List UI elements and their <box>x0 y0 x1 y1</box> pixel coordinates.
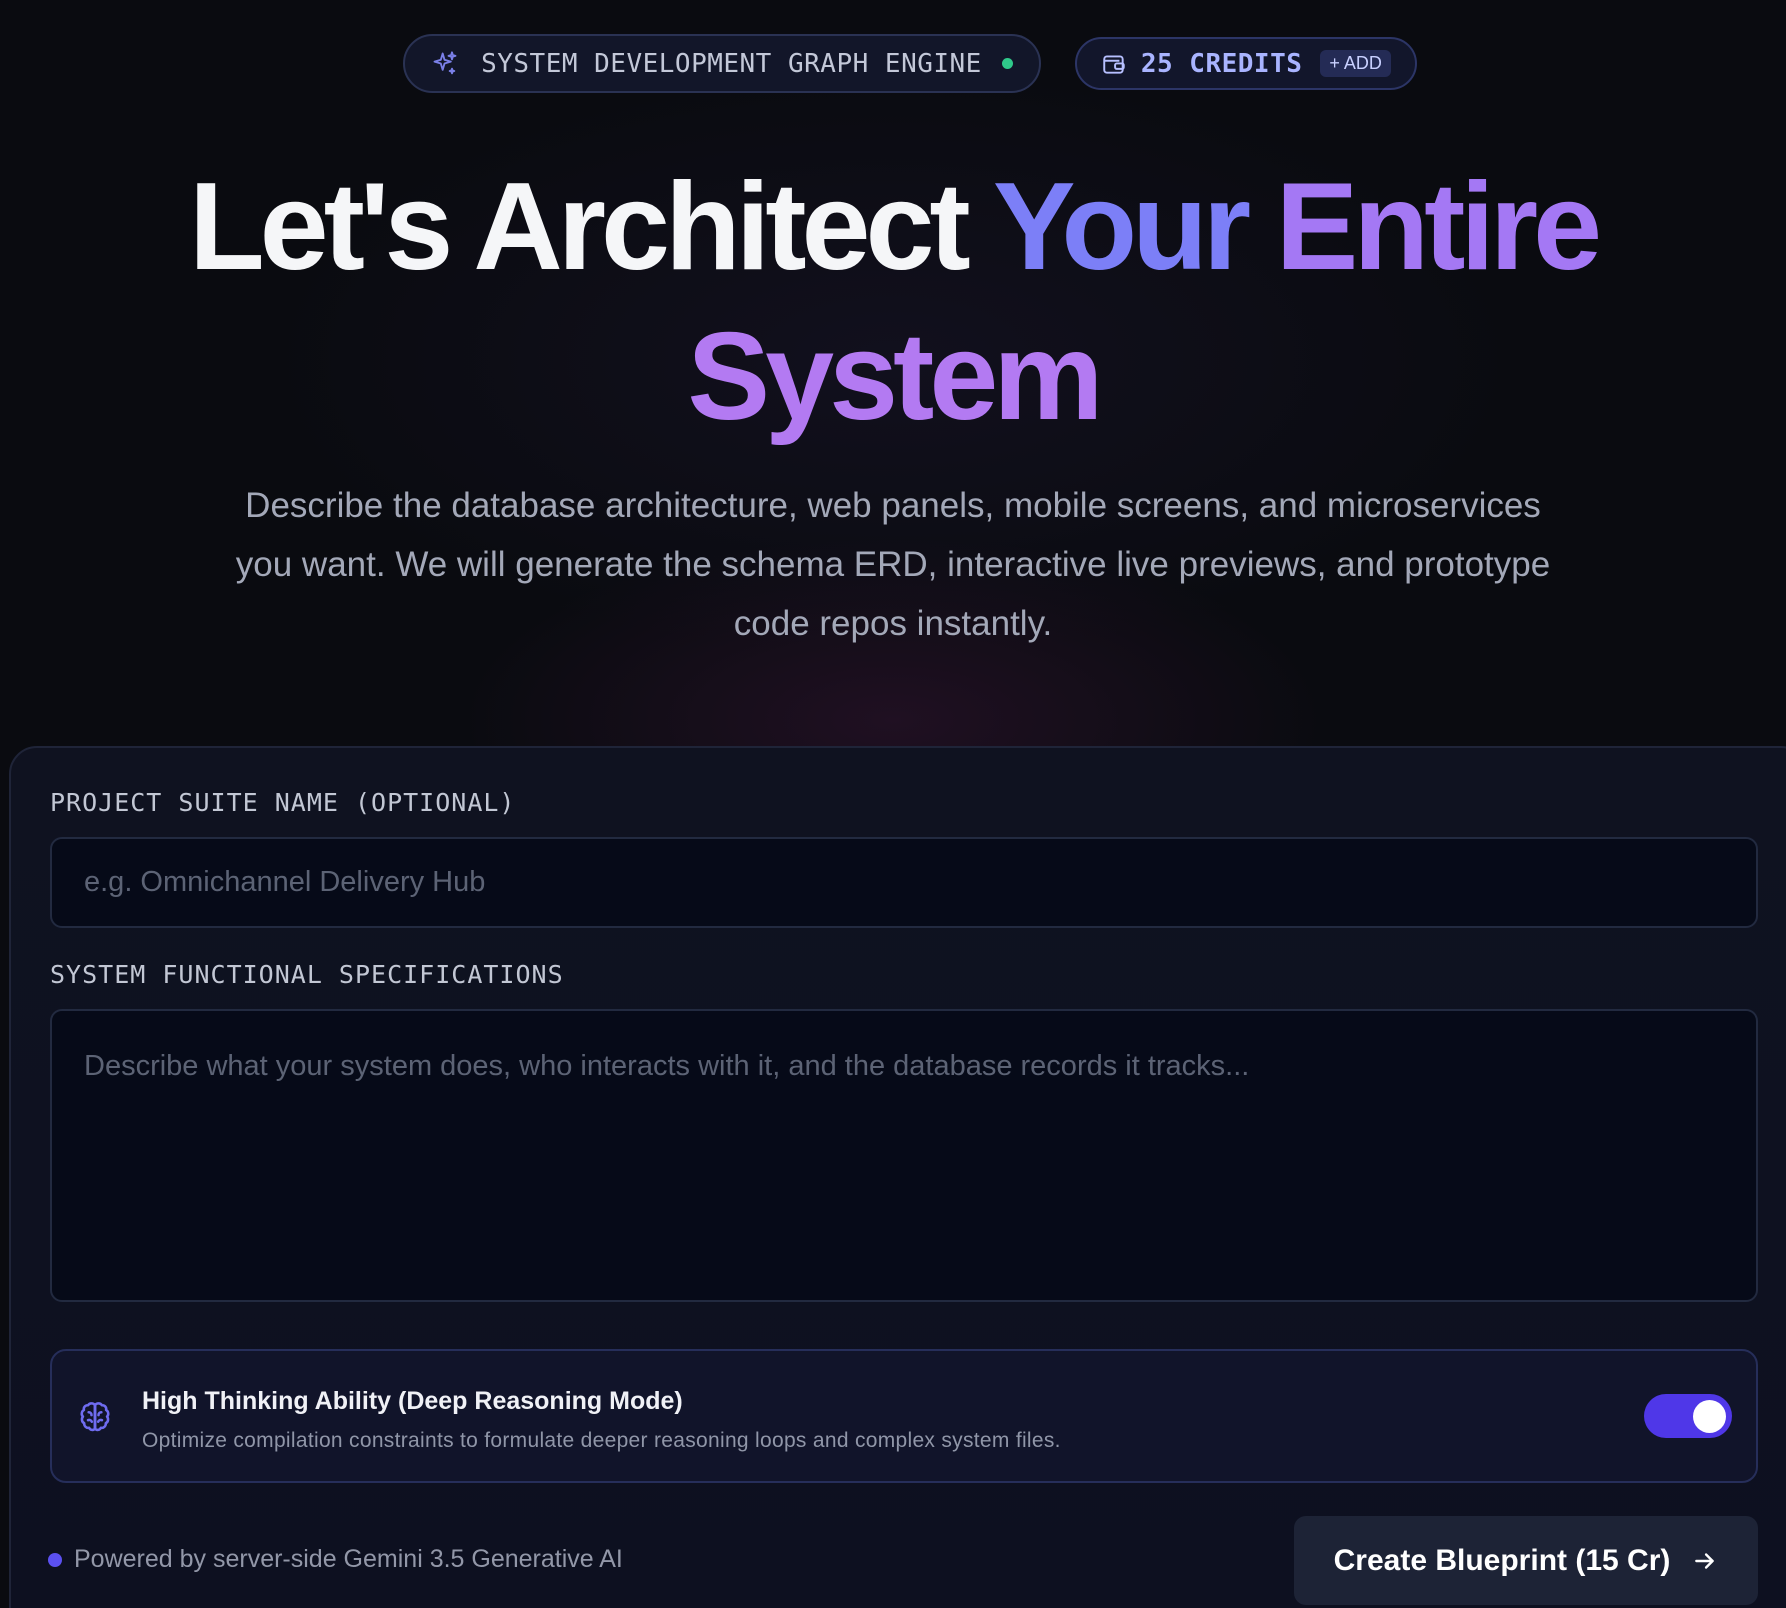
engine-badge: SYSTEM DEVELOPMENT GRAPH ENGINE <box>403 34 1041 93</box>
page-subtitle: Describe the database architecture, web … <box>235 486 1551 643</box>
credits-count: 25 CREDITS <box>1140 48 1303 79</box>
project-name-label: PROJECT SUITE NAME (OPTIONAL) <box>50 788 516 817</box>
toggle-knob <box>1693 1400 1726 1433</box>
specifications-textarea[interactable] <box>50 1009 1758 1302</box>
top-badges: SYSTEM DEVELOPMENT GRAPH ENGINE 25 CREDI… <box>0 34 1786 93</box>
arrow-right-icon <box>1692 1548 1718 1574</box>
powered-by: Powered by server-side Gemini 3.5 Genera… <box>48 1545 623 1574</box>
deep-reasoning-toggle[interactable] <box>1644 1394 1732 1438</box>
deep-reasoning-panel: High Thinking Ability (Deep Reasoning Mo… <box>50 1349 1758 1483</box>
deep-reasoning-title: High Thinking Ability (Deep Reasoning Mo… <box>142 1387 683 1415</box>
page-title: Let's Architect Your Entire System <box>0 152 1786 452</box>
title-accent-b: Entire <box>1275 158 1602 296</box>
add-credits-button[interactable]: + ADD <box>1320 50 1391 77</box>
sparkles-icon <box>431 50 459 78</box>
status-dot <box>1001 58 1013 69</box>
create-blueprint-label: Create Blueprint (15 Cr) <box>1333 1543 1671 1577</box>
page: SYSTEM DEVELOPMENT GRAPH ENGINE 25 CREDI… <box>0 0 1786 1608</box>
engine-badge-label: SYSTEM DEVELOPMENT GRAPH ENGINE <box>481 48 982 79</box>
project-name-input[interactable] <box>50 837 1758 928</box>
title-plain: Let's Architect <box>188 158 993 296</box>
wallet-icon <box>1101 51 1127 77</box>
credits-badge[interactable]: 25 CREDITS + ADD <box>1074 37 1417 90</box>
create-blueprint-button[interactable]: Create Blueprint (15 Cr) <box>1294 1516 1758 1605</box>
specifications-label: SYSTEM FUNCTIONAL SPECIFICATIONS <box>50 960 564 989</box>
deep-reasoning-description: Optimize compilation constraints to form… <box>142 1429 1061 1452</box>
title-accent-a: Your <box>992 158 1276 296</box>
ai-status-dot <box>48 1552 62 1567</box>
title-accent-system: System <box>687 308 1103 446</box>
brain-icon <box>76 1398 114 1436</box>
powered-by-text: Powered by server-side Gemini 3.5 Genera… <box>74 1545 623 1573</box>
